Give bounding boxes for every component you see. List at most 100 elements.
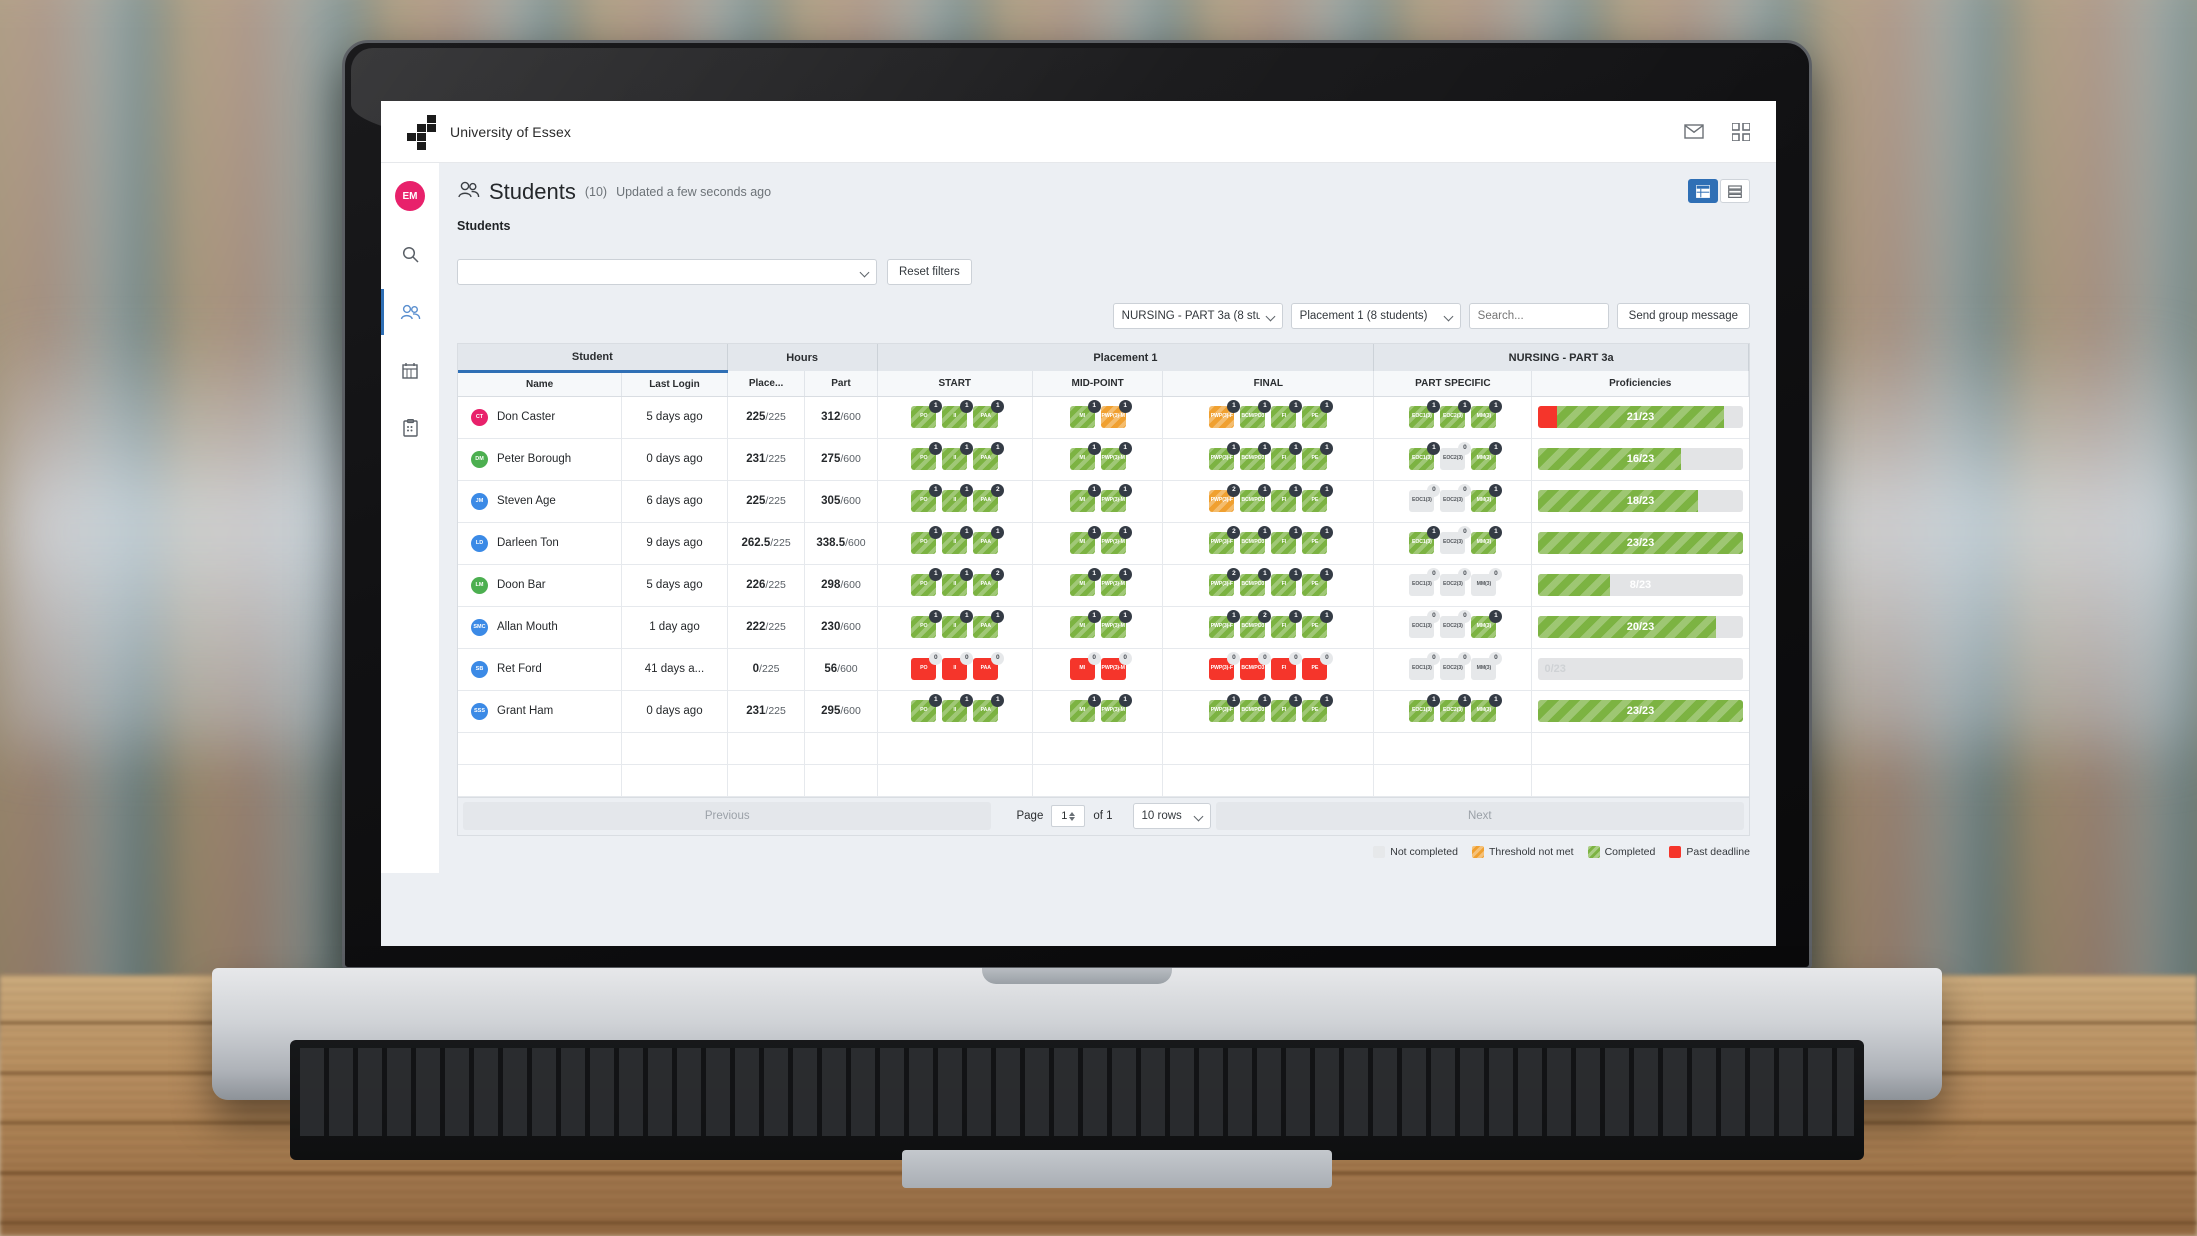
page-stepper[interactable] [1069,811,1076,821]
badge-bcm-po3[interactable]: BCM/PO3 1 [1240,484,1272,512]
col-placement-hours[interactable]: Place... [727,371,806,397]
badge-ii[interactable]: II 0 [942,652,974,680]
badge-po[interactable]: PO 1 [911,442,943,470]
sidebar-item-search[interactable] [393,239,427,269]
badge-pwp-3-m[interactable]: PWP(3)-M 0 [1100,652,1132,680]
col-proficiencies[interactable]: Proficiencies [1531,371,1749,397]
badge-pwp-3-m[interactable]: PWP(3)-M 1 [1100,442,1132,470]
badge-bcm-po3[interactable]: BCM/PO3 1 [1240,568,1272,596]
table-view-icon[interactable] [1688,179,1718,203]
nursing-select[interactable]: NURSING - PART 3a (8 students) [1112,303,1283,329]
badge-paa[interactable]: PAA 1 [973,526,1005,554]
col-last-login[interactable]: Last Login [621,371,728,397]
badge-ii[interactable]: II 1 [942,694,974,722]
table-row[interactable]: SSS Grant Ham 0 days ago 231/225 295/600… [458,690,1749,733]
badge-ii[interactable]: II 1 [942,610,974,638]
badge-po[interactable]: PO 1 [911,610,943,638]
search-input[interactable] [1468,303,1609,329]
badge-eoc2-3-[interactable]: EOC2(3) 1 [1440,694,1472,722]
col-name[interactable]: Name [458,371,623,397]
badge-paa[interactable]: PAA 1 [973,610,1005,638]
col-midpoint[interactable]: MID-POINT [1032,371,1164,397]
badge-ii[interactable]: II 1 [942,526,974,554]
badge-eoc2-3-[interactable]: EOC2(3) 0 [1440,442,1472,470]
avatar[interactable]: EM [395,181,425,211]
badge-eoc2-3-[interactable]: EOC2(3) 0 [1440,652,1472,680]
badge-pwp-3-f[interactable]: PWP(3)-F 2 [1209,484,1241,512]
table-row[interactable]: DM Peter Borough 0 days ago 231/225 275/… [458,438,1749,481]
table-row[interactable]: LD Darleen Ton 9 days ago 262.5/225 338.… [458,522,1749,565]
list-view-icon[interactable] [1720,179,1750,203]
sidebar-item-calendar[interactable] [393,355,427,385]
badge-eoc2-3-[interactable]: EOC2(3) 0 [1440,568,1472,596]
badge-pwp-3-m[interactable]: PWP(3)-M 1 [1100,526,1132,554]
proficiency-bar[interactable]: 20/23 [1538,616,1743,638]
main-filter-select[interactable] [457,259,877,285]
badge-po[interactable]: PO 1 [911,526,943,554]
next-button[interactable]: Next [1215,802,1745,830]
sidebar-item-reports[interactable] [393,413,427,443]
badge-pwp-3-f[interactable]: PWP(3)-F 1 [1209,694,1241,722]
badge-pwp-3-m[interactable]: PWP(3)-M 1 [1100,694,1132,722]
proficiency-bar[interactable]: 18/23 [1538,490,1743,512]
badge-fi[interactable]: FI 0 [1271,652,1303,680]
badge-mi[interactable]: MI 1 [1069,400,1101,428]
send-group-message-button[interactable]: Send group message [1616,303,1750,329]
badge-eoc1-3-[interactable]: EOC1(3) 0 [1409,610,1441,638]
badge-mm-3-[interactable]: MM(3) 1 [1471,694,1503,722]
col-part-hours[interactable]: Part [804,371,878,397]
badge-mi[interactable]: MI 0 [1069,652,1101,680]
proficiency-bar[interactable]: 16/23 [1538,448,1743,470]
proficiency-bar[interactable]: 21/23 [1538,406,1743,428]
badge-pwp-3-m[interactable]: PWP(3)-M 1 [1100,568,1132,596]
col-part-specific[interactable]: PART SPECIFIC [1373,371,1533,397]
col-final[interactable]: FINAL [1162,371,1375,397]
proficiency-bar[interactable]: 23/23 [1538,532,1743,554]
badge-eoc1-3-[interactable]: EOC1(3) 1 [1409,400,1441,428]
badge-pe[interactable]: PE 1 [1302,568,1334,596]
badge-pe[interactable]: PE 1 [1302,610,1334,638]
proficiency-bar[interactable]: 23/23 [1538,700,1743,722]
badge-mm-3-[interactable]: MM(3) 1 [1471,400,1503,428]
envelope-icon[interactable] [1684,124,1704,139]
proficiency-bar[interactable]: 0/23 [1538,658,1743,680]
badge-ii[interactable]: II 1 [942,400,974,428]
badge-eoc1-3-[interactable]: EOC1(3) 1 [1409,694,1441,722]
placement-select[interactable]: Placement 1 (8 students) [1290,303,1461,329]
badge-eoc1-3-[interactable]: EOC1(3) 0 [1409,652,1441,680]
badge-eoc1-3-[interactable]: EOC1(3) 1 [1409,526,1441,554]
badge-eoc2-3-[interactable]: EOC2(3) 0 [1440,610,1472,638]
badge-pe[interactable]: PE 0 [1302,652,1334,680]
badge-eoc2-3-[interactable]: EOC2(3) 1 [1440,400,1472,428]
badge-mi[interactable]: MI 1 [1069,610,1101,638]
badge-pwp-3-m[interactable]: PWP(3)-M 1 [1100,610,1132,638]
badge-eoc2-3-[interactable]: EOC2(3) 0 [1440,526,1472,554]
badge-mm-3-[interactable]: MM(3) 0 [1471,568,1503,596]
badge-bcm-po3[interactable]: BCM/PO3 0 [1240,652,1272,680]
badge-pe[interactable]: PE 1 [1302,694,1334,722]
badge-po[interactable]: PO 0 [911,652,943,680]
badge-mi[interactable]: MI 1 [1069,442,1101,470]
table-row[interactable]: JM Steven Age 6 days ago 225/225 305/600… [458,480,1749,523]
reset-filters-button[interactable]: Reset filters [887,259,972,285]
badge-paa[interactable]: PAA 0 [973,652,1005,680]
badge-po[interactable]: PO 1 [911,568,943,596]
badge-pwp-3-f[interactable]: PWP(3)-F 1 [1209,442,1241,470]
badge-pwp-3-f[interactable]: PWP(3)-F 2 [1209,526,1241,554]
badge-bcm-po3[interactable]: BCM/PO3 1 [1240,526,1272,554]
badge-paa[interactable]: PAA 1 [973,400,1005,428]
badge-mi[interactable]: MI 1 [1069,484,1101,512]
col-start[interactable]: START [877,371,1033,397]
table-row[interactable]: SB Ret Ford 41 days a... 0/225 56/600 PO… [458,648,1749,691]
previous-button[interactable]: Previous [463,802,992,830]
badge-paa[interactable]: PAA 1 [973,442,1005,470]
badge-paa[interactable]: PAA 1 [973,694,1005,722]
grid-apps-icon[interactable] [1732,122,1750,141]
badge-fi[interactable]: FI 1 [1271,694,1303,722]
badge-fi[interactable]: FI 1 [1271,484,1303,512]
badge-fi[interactable]: FI 1 [1271,400,1303,428]
badge-ii[interactable]: II 1 [942,442,974,470]
badge-pe[interactable]: PE 1 [1302,526,1334,554]
table-row[interactable]: CT Don Caster 5 days ago 225/225 312/600… [458,396,1749,439]
badge-mm-3-[interactable]: MM(3) 1 [1471,526,1503,554]
